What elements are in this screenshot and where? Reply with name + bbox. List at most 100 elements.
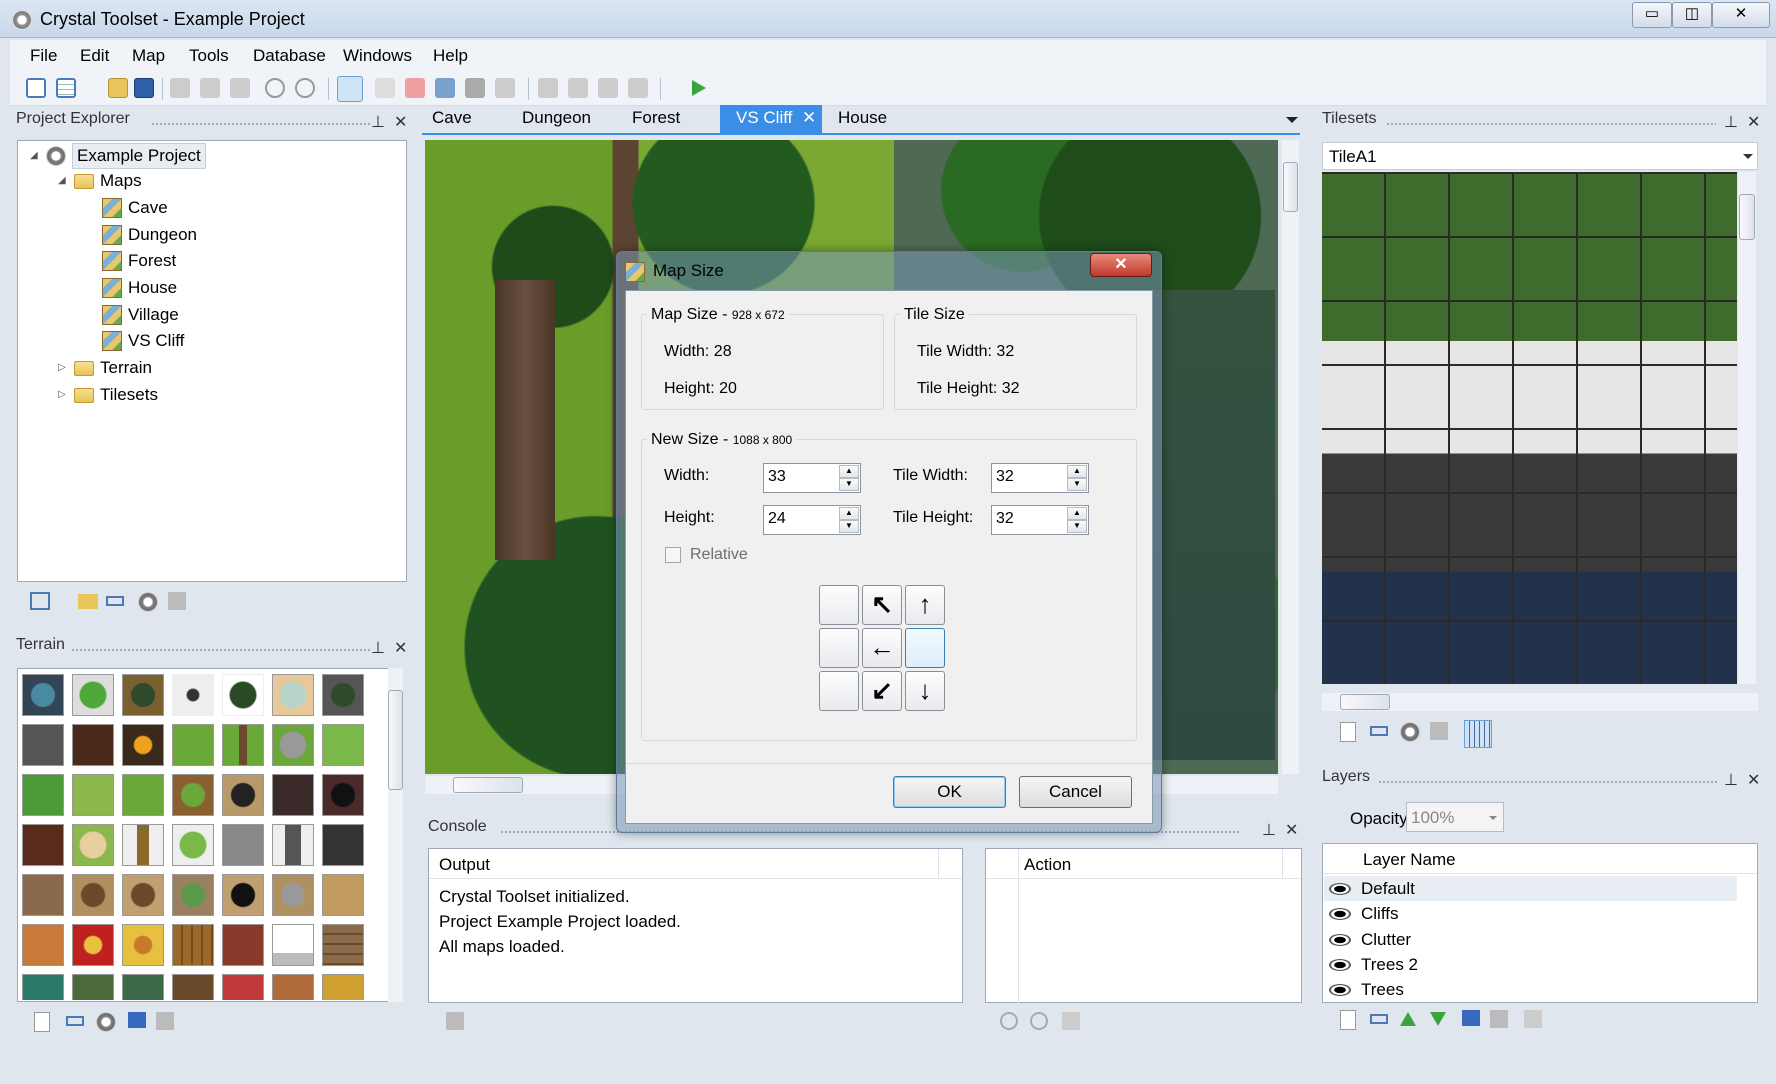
spin-down-icon[interactable]: ▼ <box>839 520 859 533</box>
new-tileset-icon[interactable] <box>1340 722 1356 742</box>
move-up-icon[interactable] <box>1400 1012 1416 1026</box>
opacity-select[interactable]: 100% <box>1406 802 1504 832</box>
tileset-tiles[interactable] <box>1322 172 1737 684</box>
undo-icon[interactable] <box>265 78 285 98</box>
cancel-button[interactable]: Cancel <box>1019 776 1132 808</box>
rename-icon[interactable] <box>106 596 124 606</box>
menu-map[interactable]: Map <box>132 46 165 66</box>
tab-vs-cliff[interactable]: VS Cliff ✕ <box>720 105 822 133</box>
new-map-icon[interactable] <box>30 592 50 610</box>
tileset-select[interactable]: TileA1 <box>1322 142 1758 170</box>
pin-icon[interactable]: ⊥ <box>1262 820 1276 840</box>
pin-icon[interactable]: ⊥ <box>371 638 385 658</box>
anchor-left-button[interactable] <box>819 628 859 668</box>
tree-maps-folder[interactable]: Maps <box>100 169 142 193</box>
layer-row-clutter[interactable]: Clutter <box>1324 927 1737 952</box>
new-layer-icon[interactable] <box>1340 1010 1356 1030</box>
delete-icon[interactable] <box>1430 722 1448 740</box>
redo-icon[interactable] <box>295 78 315 98</box>
tabs-dropdown-icon[interactable] <box>1286 117 1298 123</box>
redo-icon[interactable] <box>1030 1012 1048 1030</box>
copy-icon[interactable] <box>200 78 220 98</box>
move-down-icon[interactable] <box>1430 1012 1446 1026</box>
terrain-scrollbar[interactable] <box>388 668 403 1002</box>
maximize-button[interactable]: ◫ <box>1672 2 1712 28</box>
spin-up-icon[interactable]: ▲ <box>1067 465 1087 478</box>
tab-close-icon[interactable]: ✕ <box>802 105 816 131</box>
anchor-top-button[interactable]: ↖ <box>862 585 902 625</box>
resources-icon[interactable] <box>628 78 648 98</box>
menu-tools[interactable]: Tools <box>189 46 229 66</box>
spin-up-icon[interactable]: ▲ <box>1067 507 1087 520</box>
eye-icon[interactable] <box>1329 907 1351 920</box>
save-icon[interactable] <box>134 78 154 98</box>
spin-down-icon[interactable]: ▼ <box>1067 478 1087 491</box>
tree-map-forest[interactable]: Forest <box>128 249 176 273</box>
tile-height-spinbox[interactable]: 32 ▲ ▼ <box>991 505 1089 535</box>
cut-icon[interactable] <box>170 78 190 98</box>
settings-gear-icon[interactable] <box>96 1012 116 1032</box>
close-panel-icon[interactable]: ✕ <box>1747 112 1760 132</box>
tree-root[interactable]: Example Project <box>72 143 206 169</box>
pin-icon[interactable]: ⊥ <box>1724 770 1738 790</box>
tab-forest[interactable]: Forest <box>620 105 692 133</box>
layer-icon[interactable] <box>1462 1010 1480 1026</box>
terrain-grid[interactable] <box>20 672 390 1000</box>
height-spinbox[interactable]: 24 ▲ ▼ <box>763 505 861 535</box>
new-map-icon[interactable] <box>26 78 46 98</box>
settings-gear-icon[interactable] <box>1400 722 1420 742</box>
eye-icon[interactable] <box>1329 983 1351 996</box>
pencil-tool-icon[interactable] <box>337 76 363 102</box>
grid-toggle-icon[interactable] <box>1464 720 1492 748</box>
stamp-tool-icon[interactable] <box>375 78 395 98</box>
pin-icon[interactable]: ⊥ <box>1724 112 1738 132</box>
tree-map-cave[interactable]: Cave <box>128 196 168 220</box>
anchor-right-button[interactable] <box>905 628 945 668</box>
spin-up-icon[interactable]: ▲ <box>839 507 859 520</box>
close-window-button[interactable]: ✕ <box>1712 2 1770 28</box>
database-icon[interactable] <box>538 78 558 98</box>
map-properties-icon[interactable] <box>56 78 76 98</box>
anchor-center-button[interactable]: ← <box>862 628 902 668</box>
play-icon[interactable] <box>692 80 706 96</box>
menu-file[interactable]: File <box>30 46 57 66</box>
tab-dungeon[interactable]: Dungeon <box>510 105 603 133</box>
paste-icon[interactable] <box>230 78 250 98</box>
relative-checkbox[interactable] <box>665 547 681 563</box>
anchor-bottom-right-button[interactable]: ↓ <box>905 671 945 711</box>
rectangle-tool-icon[interactable] <box>465 78 485 98</box>
menu-help[interactable]: Help <box>433 46 468 66</box>
menu-database[interactable]: Database <box>253 46 326 66</box>
tree-map-dungeon[interactable]: Dungeon <box>128 223 197 247</box>
map-vertical-scrollbar[interactable] <box>1282 140 1299 774</box>
eraser-tool-icon[interactable] <box>405 78 425 98</box>
tileset-vertical-scrollbar[interactable] <box>1738 172 1756 684</box>
layer-row-trees-2[interactable]: Trees 2 <box>1324 952 1737 977</box>
anchor-bottom-left-button[interactable] <box>819 671 859 711</box>
pin-icon[interactable]: ⊥ <box>371 112 385 132</box>
eye-icon[interactable] <box>1329 882 1351 895</box>
tree-tilesets-folder[interactable]: Tilesets <box>100 383 158 407</box>
spin-down-icon[interactable]: ▼ <box>839 478 859 491</box>
fill-tool-icon[interactable] <box>435 78 455 98</box>
tree-map-vs-cliff[interactable]: VS Cliff <box>128 329 184 353</box>
tree-map-house[interactable]: House <box>128 276 177 300</box>
menu-windows[interactable]: Windows <box>343 46 412 66</box>
clear-console-icon[interactable] <box>446 1012 464 1030</box>
close-panel-icon[interactable]: ✕ <box>1285 820 1298 840</box>
dialog-close-button[interactable]: ✕ <box>1090 253 1152 277</box>
audio-icon[interactable] <box>598 78 618 98</box>
ok-button[interactable]: OK <box>893 776 1006 808</box>
layer-row-trees[interactable]: Trees <box>1324 977 1737 1002</box>
width-spinbox[interactable]: 33 ▲ ▼ <box>763 463 861 493</box>
anchor-top-left-button[interactable] <box>819 585 859 625</box>
picker-tool-icon[interactable] <box>495 78 515 98</box>
scripts-icon[interactable] <box>568 78 588 98</box>
delete-icon[interactable] <box>1490 1010 1508 1028</box>
anchor-top-right-button[interactable]: ↑ <box>905 585 945 625</box>
clear-history-icon[interactable] <box>1062 1012 1080 1030</box>
close-panel-icon[interactable]: ✕ <box>394 638 407 658</box>
rename-icon[interactable] <box>1370 726 1388 736</box>
rename-icon[interactable] <box>1370 1014 1388 1024</box>
rename-icon[interactable] <box>66 1016 84 1026</box>
